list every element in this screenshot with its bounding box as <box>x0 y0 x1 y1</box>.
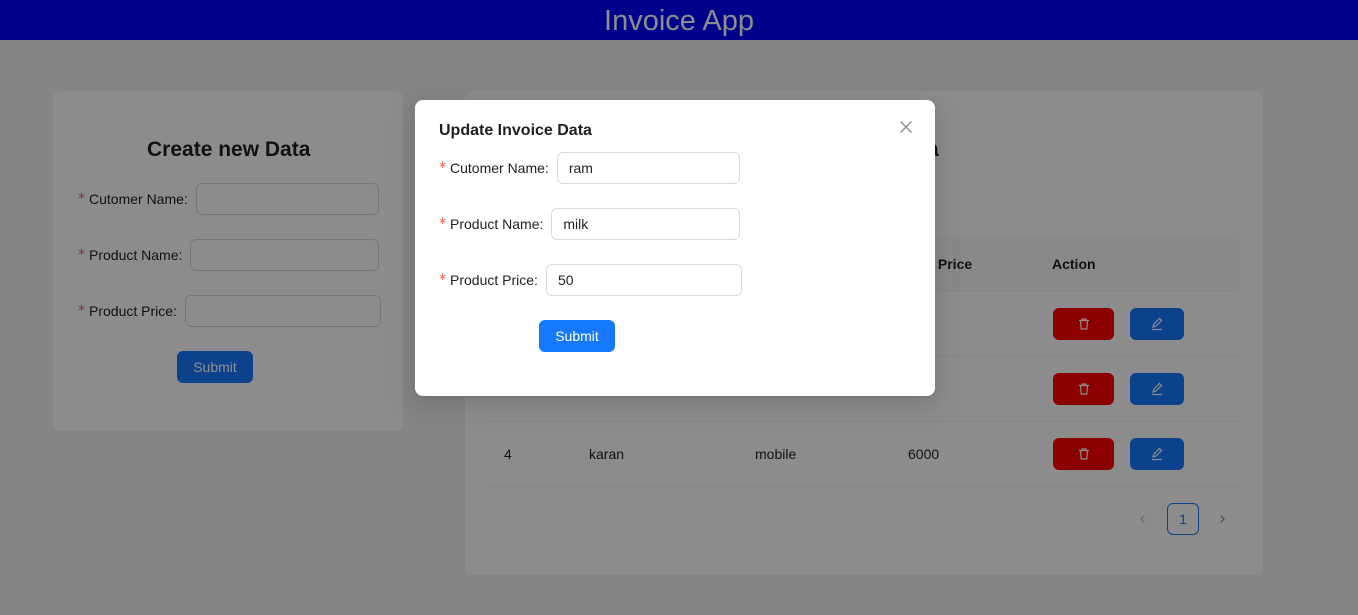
modal-close-button[interactable] <box>895 116 917 138</box>
modal-price-input[interactable] <box>545 264 742 296</box>
modal-product-row: * Product Name: <box>439 208 741 240</box>
update-modal: Update Invoice Data * Cutomer Name: * Pr… <box>415 100 935 396</box>
modal-customer-row: * Cutomer Name: <box>439 152 740 184</box>
modal-price-label: Product Price: <box>450 272 538 288</box>
close-icon <box>900 121 912 133</box>
modal-submit-button[interactable]: Submit <box>539 320 615 352</box>
modal-price-row: * Product Price: <box>439 264 742 296</box>
modal-customer-input[interactable] <box>556 152 740 184</box>
modal-title: Update Invoice Data <box>439 122 592 139</box>
modal-product-input[interactable] <box>551 208 741 240</box>
modal-customer-label: Cutomer Name: <box>450 160 549 176</box>
required-mark: * <box>439 272 446 288</box>
required-mark: * <box>439 216 446 232</box>
modal-product-label: Product Name: <box>450 216 544 232</box>
required-mark: * <box>439 160 446 176</box>
